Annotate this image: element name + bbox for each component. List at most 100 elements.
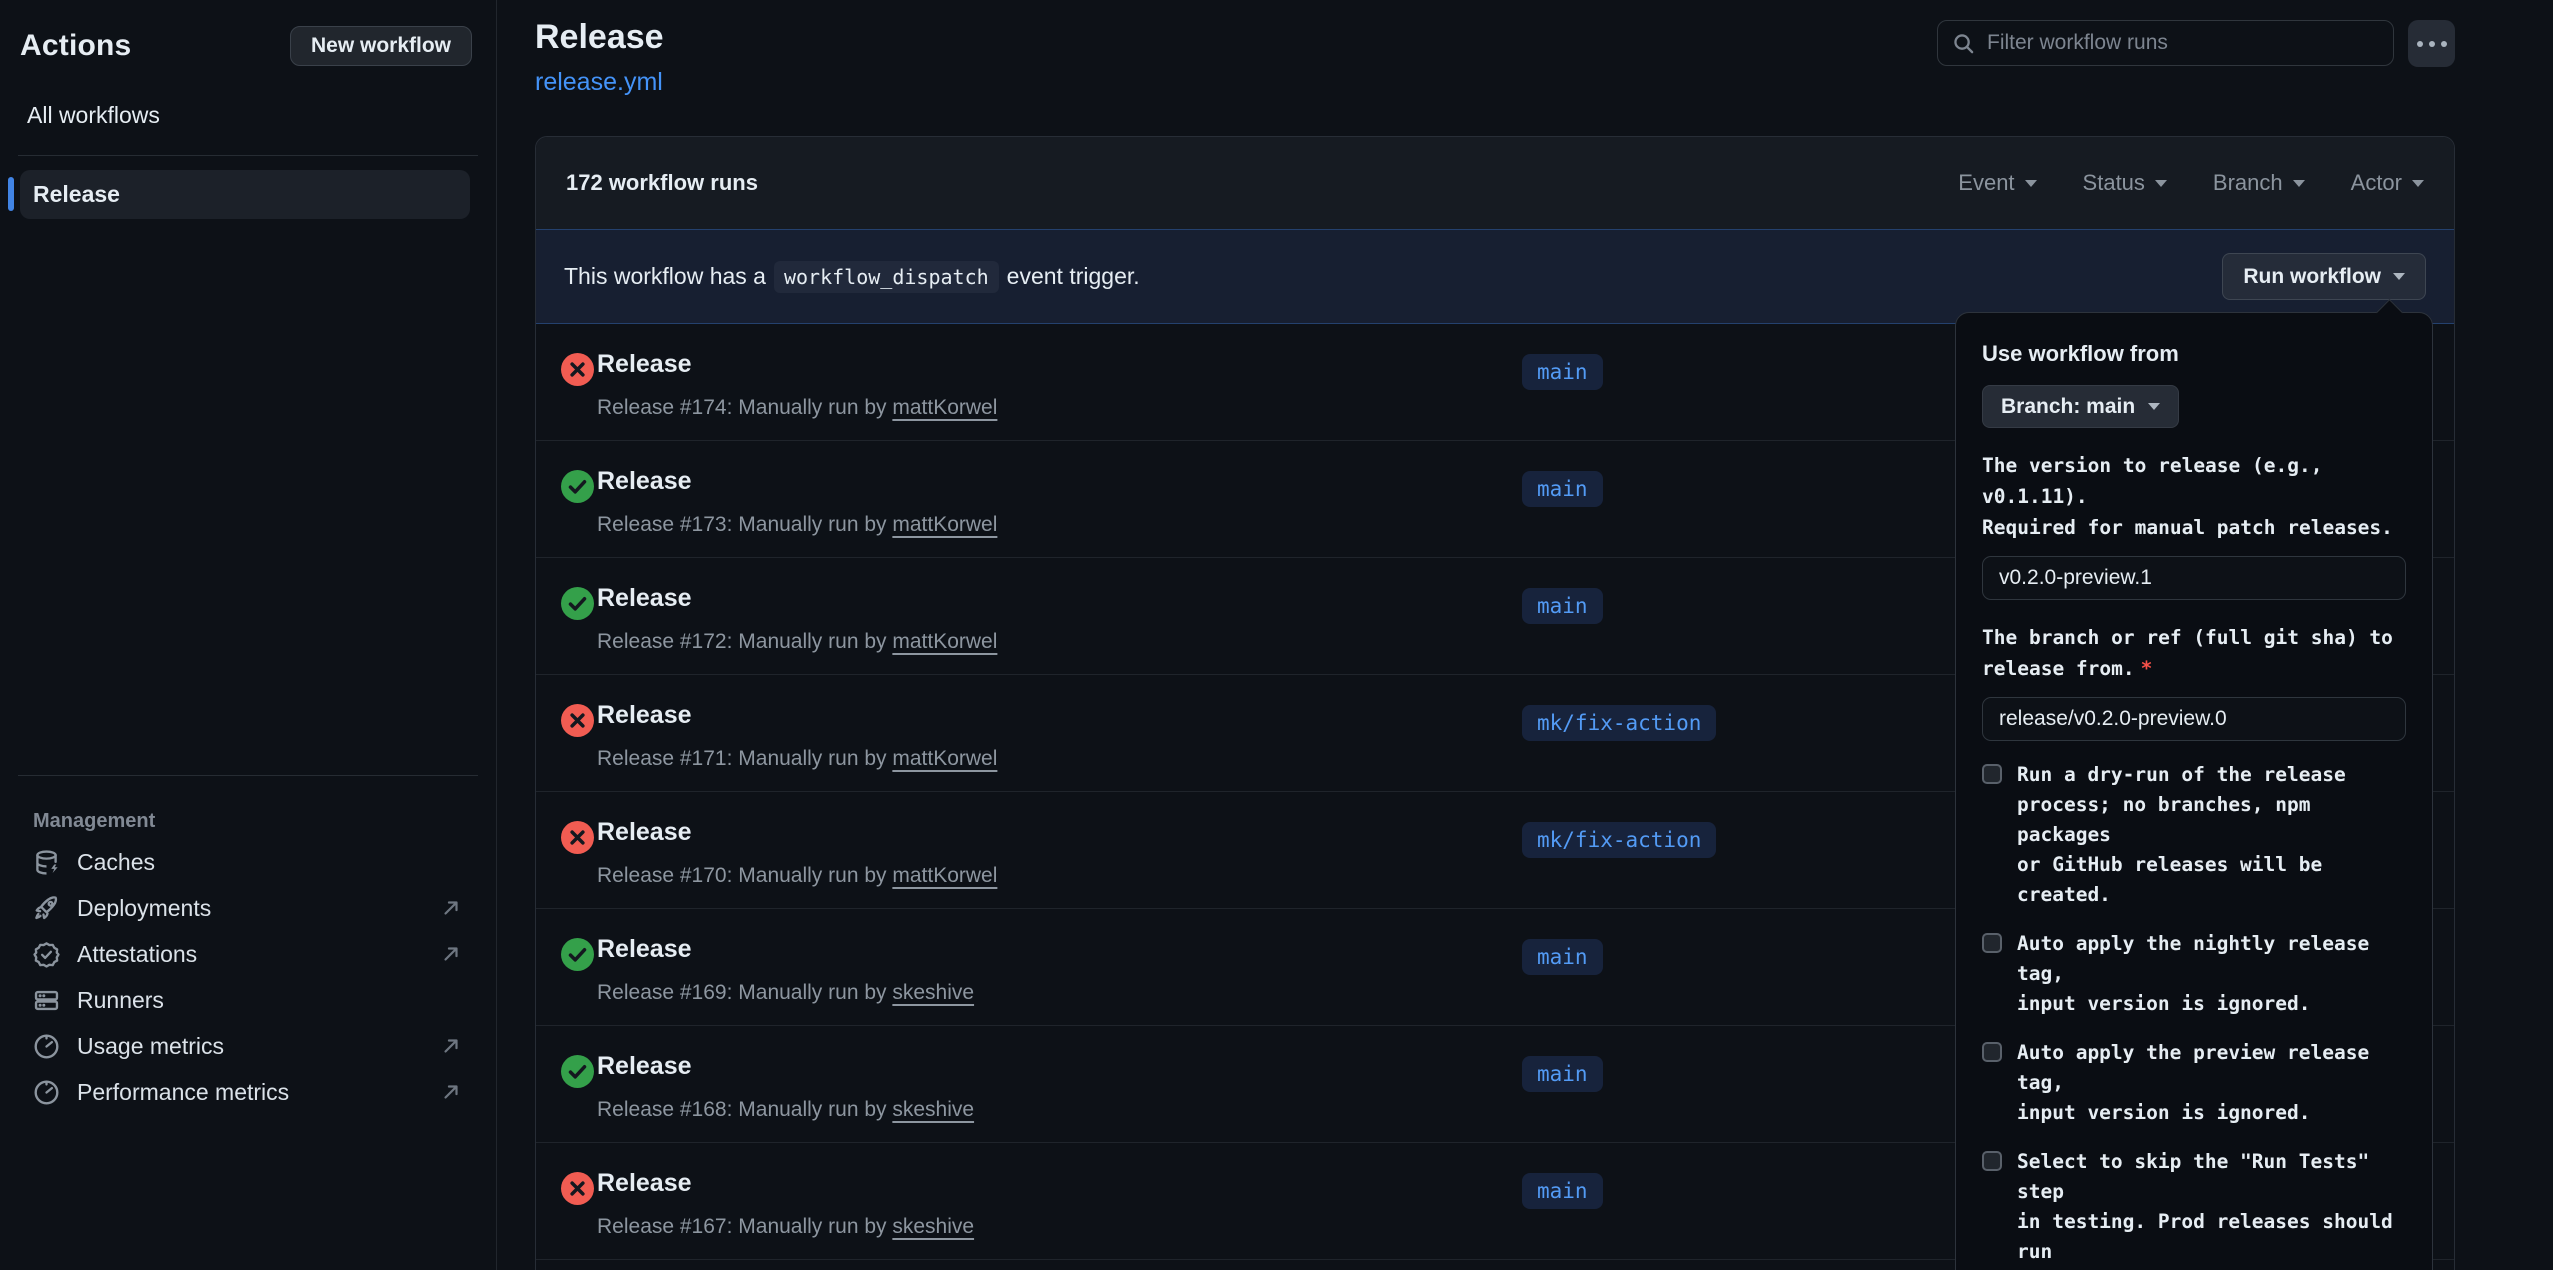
external-link-icon [440,1081,462,1103]
actor-link[interactable]: mattKorwel [892,396,997,419]
new-workflow-button[interactable]: New workflow [290,26,472,66]
run-title-link[interactable]: Release [597,1169,692,1198]
workflow-list [0,221,496,749]
filter-dropdown[interactable]: Actor [2351,170,2424,196]
sidebar-workflow-item[interactable] [0,413,496,461]
page-title: Release [535,18,664,57]
branch-badge[interactable]: main [1522,471,1603,507]
management-section-label: Management [33,810,496,833]
sidebar-management-item[interactable]: Performance metrics [0,1069,496,1115]
failure-status-icon [561,353,594,386]
run-title-link[interactable]: Release [597,701,692,730]
event-code-chip: workflow_dispatch [774,261,999,293]
management-item-label: Runners [77,987,164,1014]
sidebar-workflow-item[interactable] [0,269,496,317]
run-title-link[interactable]: Release [597,935,692,964]
sidebar-management-item[interactable]: Runners [0,977,496,1023]
actor-link[interactable]: mattKorwel [892,513,997,536]
panel-title: Use workflow from [1982,341,2406,367]
sidebar-workflow-item[interactable] [0,605,496,653]
branch-select-button[interactable]: Branch: main [1982,385,2179,428]
filter-dropdown[interactable]: Event [1958,170,2036,196]
branch-badge[interactable]: main [1522,1173,1603,1209]
runs-list-header: 172 workflow runs Event Status Branch [536,137,2454,229]
actor-link[interactable]: mattKorwel [892,630,997,653]
run-workflow-panel: Use workflow from Branch: main The versi… [1955,312,2433,1270]
actor-link[interactable]: skeshive [892,1098,974,1121]
run-filters: Event Status Branch Actor [1958,170,2424,196]
run-description: Release #174: Manually run by mattKorwel [597,396,997,420]
checkbox[interactable] [1982,933,2002,953]
filter-workflow-runs-input-wrap [1937,20,2394,66]
sidebar-workflow-item[interactable] [0,365,496,413]
checkbox[interactable] [1982,1151,2002,1171]
checkbox-label: Run a dry-run of the release process; no… [2017,760,2406,910]
sidebar-divider [18,775,478,776]
sidebar-workflow-item[interactable] [0,509,496,557]
external-link-icon [440,897,462,919]
run-title-link[interactable]: Release [597,350,692,379]
run-description: Release #173: Manually run by mattKorwel [597,513,997,537]
run-title-link[interactable]: Release [597,818,692,847]
checkbox-row: Auto apply the nightly release tag, inpu… [1982,929,2406,1019]
field-help-text: The version to release (e.g., v0.1.11). … [1982,450,2406,543]
main-content: Release release.yml 172 workflow runs Ev… [498,0,2553,1270]
sidebar-item-all-workflows[interactable]: All workflows [27,102,496,129]
chevron-down-icon [2393,273,2405,280]
branch-badge[interactable]: mk/fix-action [1522,822,1716,858]
failure-status-icon [561,704,594,737]
chevron-down-icon [2293,180,2305,187]
sidebar-management-item[interactable]: Deployments [0,885,496,931]
branch-badge[interactable]: main [1522,939,1603,975]
sidebar-management-item[interactable]: Caches [0,839,496,885]
actor-link[interactable]: skeshive [892,1215,974,1238]
management-item-label: Attestations [77,941,197,968]
field-text-input[interactable]: v0.2.0-preview.1 [1982,556,2406,600]
branch-badge[interactable]: main [1522,588,1603,624]
branch-badge[interactable]: main [1522,1056,1603,1092]
run-description: Release #171: Manually run by mattKorwel [597,747,997,771]
checkbox-label: Auto apply the preview release tag, inpu… [2017,1038,2406,1128]
chevron-down-icon [2155,180,2167,187]
workflow-input-field: The branch or ref (full git sha) to rele… [1982,622,2406,741]
run-title-link[interactable]: Release [597,1052,692,1081]
checkbox[interactable] [1982,1042,2002,1062]
run-description: Release #167: Manually run by skeshive [597,1215,974,1239]
run-workflow-dropdown-button[interactable]: Run workflow [2222,253,2426,300]
run-description: Release #169: Manually run by skeshive [597,981,974,1005]
sidebar-workflow-item[interactable] [0,701,496,749]
success-status-icon [561,470,594,503]
metrics-gauge-icon [33,1079,60,1106]
checkbox[interactable] [1982,764,2002,784]
run-description: Release #168: Manually run by skeshive [597,1098,974,1122]
sidebar-item-release-selected[interactable]: Release [20,170,470,219]
sidebar-divider [18,155,478,156]
filter-dropdown[interactable]: Status [2083,170,2167,196]
actor-link[interactable]: mattKorwel [892,864,997,887]
actor-link[interactable]: mattKorwel [892,747,997,770]
sidebar-workflow-item[interactable] [0,461,496,509]
workflow-input-field: The version to release (e.g., v0.1.11). … [1982,450,2406,600]
branch-badge[interactable]: mk/fix-action [1522,705,1716,741]
sidebar-workflow-item[interactable] [0,557,496,605]
branch-badge[interactable]: main [1522,354,1603,390]
sidebar-workflow-item[interactable] [0,653,496,701]
sidebar-workflow-item[interactable] [0,221,496,269]
page-kebab-menu-button[interactable] [2408,20,2455,67]
filter-workflow-runs-input[interactable] [1987,31,2379,55]
checkbox-row: Select to skip the "Run Tests" step in t… [1982,1147,2406,1270]
chevron-down-icon [2025,180,2037,187]
checkbox-label: Auto apply the nightly release tag, inpu… [2017,929,2406,1019]
sidebar-workflow-item[interactable] [0,317,496,365]
sidebar-management-item[interactable]: Usage metrics [0,1023,496,1069]
run-description: Release #172: Manually run by mattKorwel [597,630,997,654]
run-title-link[interactable]: Release [597,584,692,613]
filter-dropdown[interactable]: Branch [2213,170,2305,196]
search-icon [1952,32,1975,55]
actor-link[interactable]: skeshive [892,981,974,1004]
field-text-input[interactable]: release/v0.2.0-preview.0 [1982,697,2406,741]
run-title-link[interactable]: Release [597,467,692,496]
workflow-file-link[interactable]: release.yml [535,68,663,97]
sidebar-management-item[interactable]: Attestations [0,931,496,977]
required-asterisk: * [2141,657,2153,680]
